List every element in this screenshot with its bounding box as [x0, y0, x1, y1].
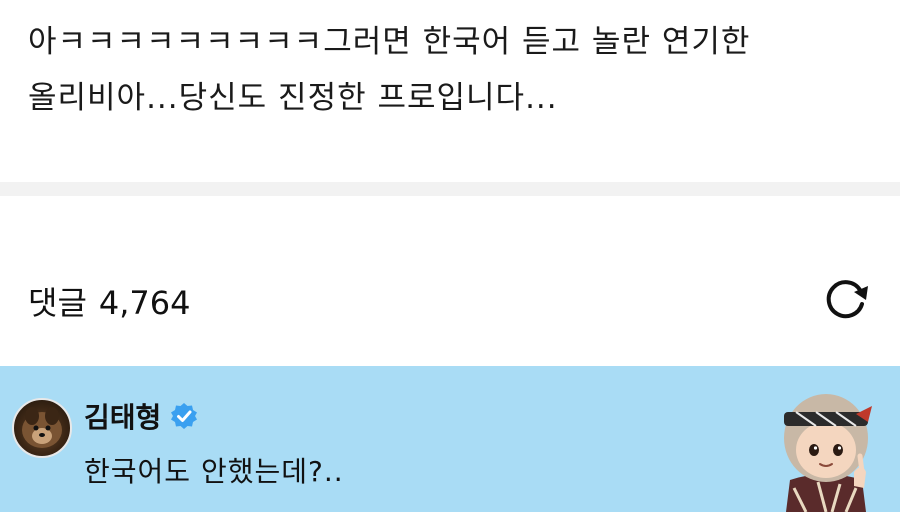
comments-label: 댓글 [28, 284, 87, 322]
comment-text: 한국어도 안했는데?.. [84, 455, 344, 488]
section-divider [0, 182, 900, 196]
refresh-icon [826, 280, 868, 319]
post-body: 아ㅋㅋㅋㅋㅋㅋㅋㅋㅋ그러면 한국어 듣고 놀란 연기한 올리비아...당신도 진… [0, 0, 900, 182]
verified-badge-icon [171, 403, 198, 429]
comment-author-row: 김태형 [84, 396, 199, 436]
avatar[interactable] [12, 398, 72, 458]
dog-avatar-icon [22, 407, 62, 448]
post-text: 아ㅋㅋㅋㅋㅋㅋㅋㅋㅋ그러면 한국어 듣고 놀란 연기한 올리비아...당신도 진… [28, 24, 751, 116]
comment-item[interactable]: 김태형 한국어도 안했는데?.. [0, 366, 900, 512]
comments-count: 4,764 [98, 284, 191, 322]
character-sticker [784, 394, 872, 512]
refresh-button[interactable] [814, 274, 876, 322]
comments-header: 댓글 4,764 [0, 196, 900, 366]
comment-author[interactable]: 김태형 [84, 396, 161, 436]
comments-title: 댓글 4,764 [28, 278, 191, 324]
